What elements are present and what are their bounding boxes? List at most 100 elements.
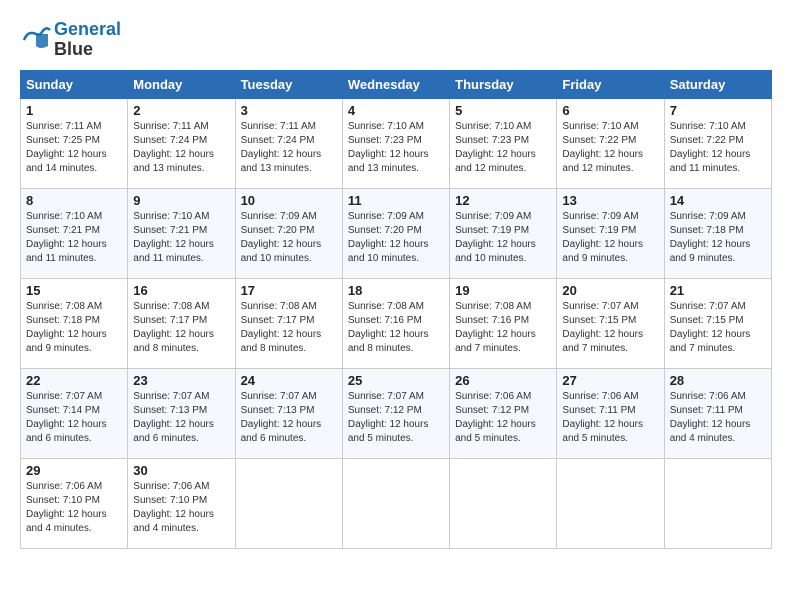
day-number: 2 <box>133 103 229 118</box>
calendar-day-cell: 2 Sunrise: 7:11 AM Sunset: 7:24 PM Daylig… <box>128 98 235 188</box>
empty-cell <box>557 458 664 548</box>
calendar-day-cell: 24Sunrise: 7:07 AM Sunset: 7:13 PM Dayli… <box>235 368 342 458</box>
calendar-week-row: 29 Sunrise: 7:06 AM Sunset: 7:10 PM Dayli… <box>21 458 772 548</box>
calendar-day-cell: 4 Sunrise: 7:10 AM Sunset: 7:23 PM Daylig… <box>342 98 449 188</box>
day-number: 22 <box>26 373 122 388</box>
day-number: 14 <box>670 193 766 208</box>
day-info: Sunrise: 7:09 AM Sunset: 7:19 PM Dayligh… <box>562 210 658 266</box>
calendar-day-cell: 18Sunrise: 7:08 AM Sunset: 7:16 PM Dayli… <box>342 278 449 368</box>
day-info: Sunrise: 7:07 AM Sunset: 7:13 PM Dayligh… <box>133 390 229 446</box>
day-number: 30 <box>133 463 229 478</box>
calendar-day-cell: 1 Sunrise: 7:11 AM Sunset: 7:25 PM Daylig… <box>21 98 128 188</box>
calendar-day-cell: 12Sunrise: 7:09 AM Sunset: 7:19 PM Dayli… <box>450 188 557 278</box>
calendar-day-cell: 19 Sunrise: 7:08 AM Sunset: 7:16 PM Dayli… <box>450 278 557 368</box>
day-header-thursday: Thursday <box>450 70 557 98</box>
calendar-day-cell: 30 Sunrise: 7:06 AM Sunset: 7:10 PM Dayli… <box>128 458 235 548</box>
day-number: 17 <box>241 283 337 298</box>
calendar-day-cell: 14 Sunrise: 7:09 AM Sunset: 7:18 PM Dayli… <box>664 188 771 278</box>
day-number: 19 <box>455 283 551 298</box>
calendar-week-row: 22 Sunrise: 7:07 AM Sunset: 7:14 PM Dayli… <box>21 368 772 458</box>
calendar-day-cell: 10 Sunrise: 7:09 AM Sunset: 7:20 PM Dayli… <box>235 188 342 278</box>
calendar-day-cell: 29 Sunrise: 7:06 AM Sunset: 7:10 PM Dayli… <box>21 458 128 548</box>
day-info: Sunrise: 7:06 AM Sunset: 7:12 PM Dayligh… <box>455 390 551 446</box>
day-number: 7 <box>670 103 766 118</box>
day-info: Sunrise: 7:10 AM Sunset: 7:21 PM Dayligh… <box>133 210 229 266</box>
page-header: General Blue <box>20 20 772 60</box>
day-number: 11 <box>348 193 444 208</box>
day-info: Sunrise: 7:09 AM Sunset: 7:18 PM Dayligh… <box>670 210 766 266</box>
day-info: Sunrise: 7:09 AM Sunset: 7:20 PM Dayligh… <box>348 210 444 266</box>
day-number: 4 <box>348 103 444 118</box>
day-info: Sunrise: 7:08 AM Sunset: 7:16 PM Dayligh… <box>455 300 551 356</box>
calendar-day-cell: 23 Sunrise: 7:07 AM Sunset: 7:13 PM Dayli… <box>128 368 235 458</box>
day-info: Sunrise: 7:07 AM Sunset: 7:15 PM Dayligh… <box>670 300 766 356</box>
day-number: 20 <box>562 283 658 298</box>
calendar-day-cell: 3 Sunrise: 7:11 AM Sunset: 7:24 PM Daylig… <box>235 98 342 188</box>
day-number: 28 <box>670 373 766 388</box>
day-number: 16 <box>133 283 229 298</box>
day-number: 8 <box>26 193 122 208</box>
day-info: Sunrise: 7:07 AM Sunset: 7:12 PM Dayligh… <box>348 390 444 446</box>
calendar-day-cell: 9 Sunrise: 7:10 AM Sunset: 7:21 PM Daylig… <box>128 188 235 278</box>
calendar-day-cell: 21 Sunrise: 7:07 AM Sunset: 7:15 PM Dayli… <box>664 278 771 368</box>
day-info: Sunrise: 7:11 AM Sunset: 7:25 PM Dayligh… <box>26 120 122 176</box>
calendar-day-cell: 22 Sunrise: 7:07 AM Sunset: 7:14 PM Dayli… <box>21 368 128 458</box>
day-number: 21 <box>670 283 766 298</box>
day-info: Sunrise: 7:07 AM Sunset: 7:14 PM Dayligh… <box>26 390 122 446</box>
calendar-day-cell: 5 Sunrise: 7:10 AM Sunset: 7:23 PM Daylig… <box>450 98 557 188</box>
day-header-wednesday: Wednesday <box>342 70 449 98</box>
calendar-day-cell: 26 Sunrise: 7:06 AM Sunset: 7:12 PM Dayli… <box>450 368 557 458</box>
day-info: Sunrise: 7:06 AM Sunset: 7:11 PM Dayligh… <box>670 390 766 446</box>
day-info: Sunrise: 7:10 AM Sunset: 7:23 PM Dayligh… <box>348 120 444 176</box>
day-number: 23 <box>133 373 229 388</box>
day-number: 29 <box>26 463 122 478</box>
calendar-week-row: 15 Sunrise: 7:08 AM Sunset: 7:18 PM Dayli… <box>21 278 772 368</box>
day-header-sunday: Sunday <box>21 70 128 98</box>
empty-cell <box>342 458 449 548</box>
calendar-day-cell: 8 Sunrise: 7:10 AM Sunset: 7:21 PM Daylig… <box>21 188 128 278</box>
day-number: 26 <box>455 373 551 388</box>
day-info: Sunrise: 7:08 AM Sunset: 7:16 PM Dayligh… <box>348 300 444 356</box>
day-number: 27 <box>562 373 658 388</box>
empty-cell <box>235 458 342 548</box>
day-number: 3 <box>241 103 337 118</box>
empty-cell <box>450 458 557 548</box>
day-number: 9 <box>133 193 229 208</box>
day-number: 24 <box>241 373 337 388</box>
day-info: Sunrise: 7:10 AM Sunset: 7:23 PM Dayligh… <box>455 120 551 176</box>
day-number: 10 <box>241 193 337 208</box>
day-info: Sunrise: 7:08 AM Sunset: 7:17 PM Dayligh… <box>241 300 337 356</box>
day-info: Sunrise: 7:08 AM Sunset: 7:17 PM Dayligh… <box>133 300 229 356</box>
calendar-day-cell: 11 Sunrise: 7:09 AM Sunset: 7:20 PM Dayli… <box>342 188 449 278</box>
day-number: 1 <box>26 103 122 118</box>
day-info: Sunrise: 7:09 AM Sunset: 7:19 PM Dayligh… <box>455 210 551 266</box>
day-number: 15 <box>26 283 122 298</box>
day-info: Sunrise: 7:11 AM Sunset: 7:24 PM Dayligh… <box>241 120 337 176</box>
day-info: Sunrise: 7:06 AM Sunset: 7:10 PM Dayligh… <box>133 480 229 536</box>
day-header-monday: Monday <box>128 70 235 98</box>
day-number: 6 <box>562 103 658 118</box>
day-info: Sunrise: 7:10 AM Sunset: 7:22 PM Dayligh… <box>562 120 658 176</box>
logo-text: General Blue <box>54 20 121 60</box>
day-info: Sunrise: 7:10 AM Sunset: 7:21 PM Dayligh… <box>26 210 122 266</box>
calendar-day-cell: 17 Sunrise: 7:08 AM Sunset: 7:17 PM Dayli… <box>235 278 342 368</box>
calendar-header-row: SundayMondayTuesdayWednesdayThursdayFrid… <box>21 70 772 98</box>
calendar-day-cell: 6 Sunrise: 7:10 AM Sunset: 7:22 PM Daylig… <box>557 98 664 188</box>
day-header-tuesday: Tuesday <box>235 70 342 98</box>
calendar-day-cell: 16 Sunrise: 7:08 AM Sunset: 7:17 PM Dayli… <box>128 278 235 368</box>
day-header-saturday: Saturday <box>664 70 771 98</box>
day-info: Sunrise: 7:07 AM Sunset: 7:15 PM Dayligh… <box>562 300 658 356</box>
calendar-week-row: 1 Sunrise: 7:11 AM Sunset: 7:25 PM Daylig… <box>21 98 772 188</box>
day-info: Sunrise: 7:10 AM Sunset: 7:22 PM Dayligh… <box>670 120 766 176</box>
calendar-day-cell: 28 Sunrise: 7:06 AM Sunset: 7:11 PM Dayli… <box>664 368 771 458</box>
day-number: 5 <box>455 103 551 118</box>
empty-cell <box>664 458 771 548</box>
calendar-day-cell: 15 Sunrise: 7:08 AM Sunset: 7:18 PM Dayli… <box>21 278 128 368</box>
day-info: Sunrise: 7:06 AM Sunset: 7:10 PM Dayligh… <box>26 480 122 536</box>
day-info: Sunrise: 7:11 AM Sunset: 7:24 PM Dayligh… <box>133 120 229 176</box>
day-info: Sunrise: 7:06 AM Sunset: 7:11 PM Dayligh… <box>562 390 658 446</box>
day-info: Sunrise: 7:09 AM Sunset: 7:20 PM Dayligh… <box>241 210 337 266</box>
logo: General Blue <box>20 20 121 60</box>
day-header-friday: Friday <box>557 70 664 98</box>
day-info: Sunrise: 7:08 AM Sunset: 7:18 PM Dayligh… <box>26 300 122 356</box>
